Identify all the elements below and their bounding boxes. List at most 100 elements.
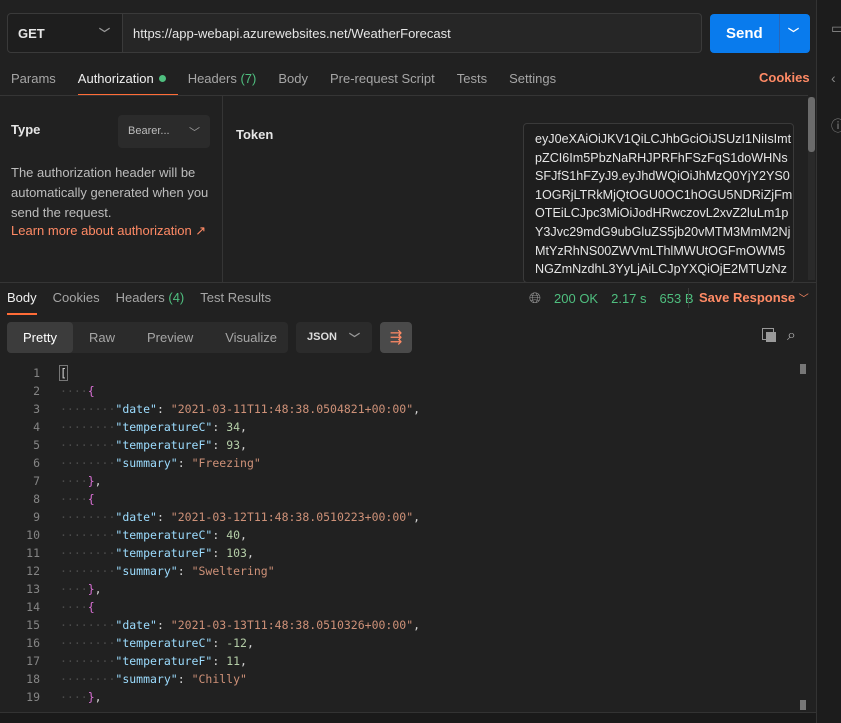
code-line: 16 ········"temperatureC": -12, — [0, 634, 800, 652]
info-icon[interactable]: ⓘ — [831, 116, 841, 136]
editor-scrollbar[interactable] — [800, 364, 806, 710]
tab-response-cookies[interactable]: Cookies — [53, 290, 100, 305]
line-number: 19 — [26, 690, 40, 704]
format-select[interactable]: JSON ﹀ — [296, 322, 372, 353]
code-text: ····}, — [60, 474, 102, 488]
line-number: 6 — [33, 456, 40, 470]
code-text: ········"date": "2021-03-13T11:48:38.051… — [60, 618, 421, 632]
line-number: 7 — [33, 474, 40, 488]
line-number: 3 — [33, 402, 40, 416]
send-label: Send — [726, 25, 763, 42]
code-line: 6 ········"summary": "Freezing" — [0, 454, 800, 472]
code-line: 2 ····{ — [0, 382, 800, 400]
code-text: ········"temperatureF": 93, — [60, 438, 247, 452]
code-text: ····{ — [60, 600, 95, 614]
line-number: 16 — [26, 636, 40, 650]
save-response-button[interactable]: Save Response ﹀ — [699, 290, 809, 305]
code-line: 1[ — [0, 364, 800, 382]
code-text: ········"date": "2021-03-12T11:48:38.051… — [60, 510, 421, 524]
send-button[interactable]: Send ﹀ — [710, 14, 810, 53]
request-tabs: Params Authorization Headers (7) Body Pr… — [11, 69, 578, 96]
code-line: 12 ········"summary": "Sweltering" — [0, 562, 800, 580]
cookies-link[interactable]: Cookies — [759, 70, 810, 85]
code-text: ········"summary": "Sweltering" — [60, 564, 275, 578]
code-line: 10 ········"temperatureC": 40, — [0, 526, 800, 544]
code-text: ········"temperatureF": 103, — [60, 546, 254, 560]
auth-type-value: Bearer... — [128, 125, 170, 137]
format-value: JSON — [307, 331, 337, 343]
globe-lock-icon[interactable]: 🌐︎ — [529, 290, 541, 307]
response-body-editor[interactable]: 1[2 ····{ 3 ········"date": "2021-03-11T11:… — [0, 364, 800, 710]
tab-headers-label: Headers — [187, 70, 237, 86]
divider — [0, 282, 816, 283]
chevron-down-icon: ﹀ — [349, 333, 360, 345]
code-text: ········"temperatureC": -12, — [60, 636, 254, 650]
code-line: 13 ····}, — [0, 580, 800, 598]
search-icon[interactable]: ⌕ — [787, 327, 796, 345]
tab-authorization[interactable]: Authorization — [77, 71, 178, 96]
status-bar — [0, 712, 816, 723]
tab-tests[interactable]: Tests — [457, 71, 487, 86]
code-text: ····}, — [60, 690, 102, 704]
tab-response-body[interactable]: Body — [7, 290, 37, 315]
tab-raw[interactable]: Raw — [73, 322, 131, 353]
line-number: 5 — [33, 438, 40, 452]
line-number: 18 — [26, 672, 40, 686]
documentation-icon[interactable]: ▭ — [831, 20, 841, 37]
chevron-down-icon: ﹀ — [189, 127, 200, 139]
tab-preview[interactable]: Preview — [131, 322, 209, 353]
send-options-chevron-icon[interactable]: ﹀ — [788, 25, 799, 41]
line-number: 1 — [33, 366, 40, 380]
chevron-down-icon: ﹀ — [798, 294, 809, 305]
tab-body[interactable]: Body — [278, 71, 308, 86]
method-select[interactable]: GET ﹀ — [7, 13, 123, 53]
code-line: 9 ········"date": "2021-03-12T11:48:38.05… — [0, 508, 800, 526]
line-number: 11 — [26, 546, 40, 560]
code-line: 14 ····{ — [0, 598, 800, 616]
line-number: 12 — [26, 564, 40, 578]
code-line: 18 ········"summary": "Chilly" — [0, 670, 800, 688]
tab-pretty[interactable]: Pretty — [7, 322, 73, 353]
code-line: 11 ········"temperatureF": 103, — [0, 544, 800, 562]
method-value: GET — [18, 25, 45, 41]
code-line: 4 ········"temperatureC": 34, — [0, 418, 800, 436]
url-value: https://app-webapi.azurewebsites.net/Wea… — [133, 25, 451, 41]
active-dot-icon — [158, 74, 166, 82]
line-number: 9 — [33, 510, 40, 524]
tab-visualize[interactable]: Visualize — [209, 322, 293, 353]
chevron-down-icon: ﹀ — [99, 28, 110, 40]
tab-params[interactable]: Params — [11, 71, 56, 86]
wrap-lines-button[interactable]: ⇶ — [380, 322, 412, 353]
tab-response-headers[interactable]: Headers (4) — [116, 290, 185, 305]
code-icon[interactable]: ‹ — [831, 70, 836, 86]
tab-settings[interactable]: Settings — [509, 71, 556, 86]
tab-response-headers-label: Headers — [115, 290, 165, 305]
code-text: ····{ — [60, 492, 95, 506]
auth-scrollbar[interactable] — [808, 97, 815, 280]
view-mode-tabs: Pretty Raw Preview Visualize — [7, 322, 288, 353]
response-tabs: Body Cookies Headers (4) Test Results — [7, 290, 287, 315]
code-text: ········"temperatureF": 11, — [60, 654, 247, 668]
token-input[interactable]: eyJ0eXAiOiJKV1QiLCJhbGciOiJSUzI1NiIsImtp… — [523, 123, 794, 283]
learn-more-link[interactable]: Learn more about authorization ↗ — [11, 223, 206, 239]
code-text: ········"temperatureC": 40, — [60, 528, 247, 542]
line-number: 14 — [26, 600, 40, 614]
code-line: 7 ····}, — [0, 472, 800, 490]
response-time[interactable]: 2.17 s — [611, 291, 646, 306]
auth-type-select[interactable]: Bearer... ﹀ — [118, 115, 210, 148]
auth-description: The authorization header will be automat… — [11, 165, 209, 220]
tab-pre-request-script[interactable]: Pre-request Script — [330, 71, 435, 86]
code-text: ····{ — [60, 384, 95, 398]
status-code[interactable]: 200 OK — [554, 291, 598, 306]
copy-icon[interactable] — [762, 328, 776, 342]
wrap-icon: ⇶ — [389, 329, 403, 346]
tab-headers[interactable]: Headers (7) — [188, 71, 257, 86]
code-line: 17 ········"temperatureF": 11, — [0, 652, 800, 670]
url-input[interactable]: https://app-webapi.azurewebsites.net/Wea… — [123, 13, 702, 53]
code-text: ········"date": "2021-03-11T11:48:38.050… — [60, 402, 421, 416]
response-headers-count: (4) — [168, 290, 185, 305]
line-number: 17 — [26, 654, 40, 668]
code-text: ········"summary": "Chilly" — [60, 672, 247, 686]
tab-test-results[interactable]: Test Results — [200, 290, 271, 305]
code-line: 5 ········"temperatureF": 93, — [0, 436, 800, 454]
